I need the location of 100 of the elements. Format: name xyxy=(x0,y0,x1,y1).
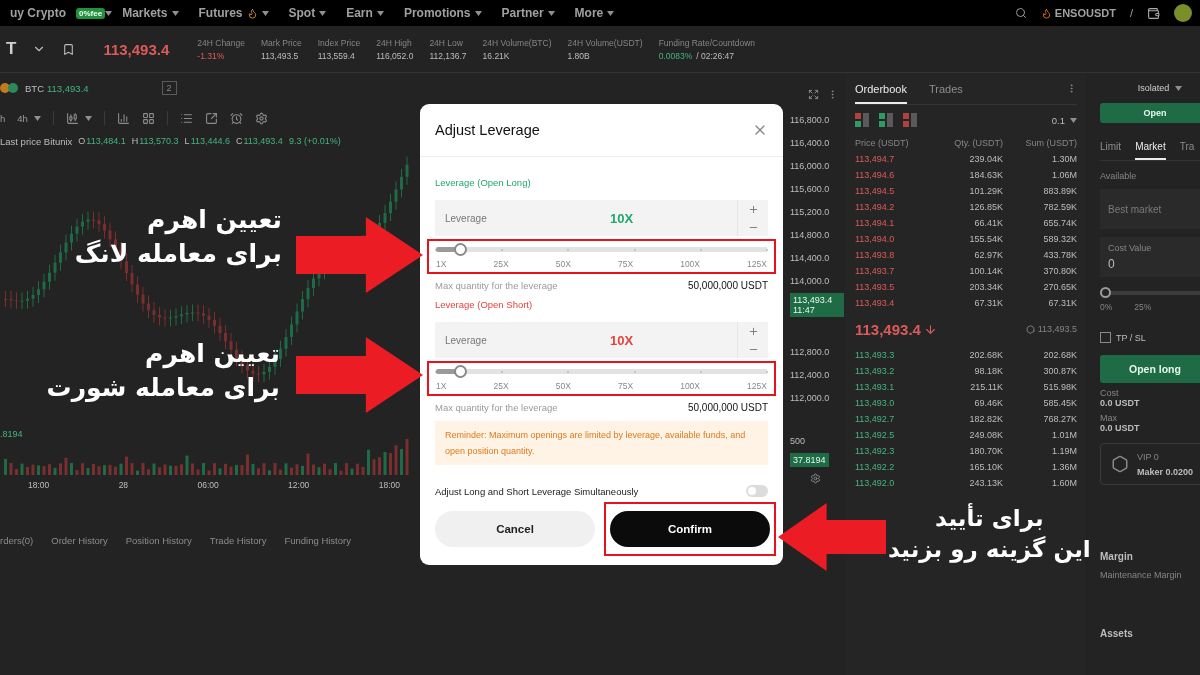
order-type-tab[interactable]: Market xyxy=(1135,135,1166,160)
flame-icon xyxy=(246,7,258,19)
summary-label: Max xyxy=(1100,413,1117,423)
annotation-text: تعیین اهرم برای معامله شورت xyxy=(46,338,280,405)
mid-price: 113,493.4 xyxy=(855,320,921,338)
price-axis-label: 112,800.0 xyxy=(790,346,830,359)
orderbook-tab[interactable]: Trades xyxy=(929,73,963,104)
price-source: Last price Bitunix xyxy=(0,135,73,147)
caret-icon xyxy=(319,10,327,16)
search-icon[interactable] xyxy=(1014,7,1027,19)
history-tab[interactable]: rders(0) xyxy=(0,535,34,546)
stat-value: 112,136.7 xyxy=(429,50,467,61)
cancel-button[interactable]: Cancel xyxy=(435,511,595,547)
caret-icon xyxy=(1070,117,1077,123)
margin-mode-select[interactable]: Isolated xyxy=(1137,83,1183,93)
arrow-icon xyxy=(296,337,423,413)
stat-value: 113,493.5 xyxy=(261,50,299,61)
ohlc-value: 113,570.3 xyxy=(139,136,179,146)
table-cell-text: 1.19M xyxy=(1051,446,1077,456)
checkbox[interactable] xyxy=(1100,332,1111,343)
column-header: Qty. (USDT) xyxy=(953,138,1003,148)
nav-item[interactable]: Markets xyxy=(112,3,189,23)
nav-item[interactable]: Partner xyxy=(491,3,565,23)
layout-icon[interactable] xyxy=(903,113,917,127)
table-cell-text: 67.31K xyxy=(973,298,1003,308)
order-type-tab[interactable]: Tra xyxy=(1179,135,1195,160)
nav-item[interactable]: Futures xyxy=(188,3,279,23)
column-header: Sum (USDT) xyxy=(1024,138,1077,148)
table-cell-text: 155.54K xyxy=(968,234,1003,244)
wallet-icon[interactable] xyxy=(1147,6,1160,20)
settings-icon[interactable] xyxy=(810,473,821,484)
table-cell-text: 202.68K xyxy=(1042,350,1077,360)
caret-icon xyxy=(84,115,92,121)
bookmark-icon[interactable] xyxy=(62,42,76,56)
price-axis-label: 115,600.0 xyxy=(790,183,830,196)
bar-chart-icon[interactable] xyxy=(116,111,130,125)
caret-icon xyxy=(474,10,482,16)
slider-thumb[interactable] xyxy=(454,243,468,256)
volume-value: .8194 xyxy=(0,429,23,439)
table-cell-text: 113,492.2 xyxy=(855,462,896,472)
external-link-icon[interactable] xyxy=(204,111,218,125)
open-long-button[interactable]: Open long xyxy=(1100,355,1200,383)
history-tab[interactable]: Order History xyxy=(51,535,108,546)
table-cell-text: 239.04K xyxy=(968,154,1003,164)
history-tab[interactable]: Trade History xyxy=(209,535,267,546)
open-button[interactable]: Open xyxy=(1100,103,1200,123)
confirm-button[interactable]: Confirm xyxy=(610,511,770,547)
precision-select[interactable]: 0.1 xyxy=(1051,114,1065,126)
layout-icon[interactable] xyxy=(855,113,869,127)
avatar[interactable] xyxy=(1174,4,1192,22)
separator: / xyxy=(1129,7,1133,19)
trending-pair[interactable]: ENSOUSDT xyxy=(1054,7,1116,19)
stat-label: 24H Volume(BTC) xyxy=(482,37,552,48)
leverage-field[interactable]: Leverage 10X xyxy=(435,200,768,236)
interval-option[interactable]: 4h xyxy=(17,112,28,124)
nav-item[interactable]: Spot xyxy=(278,3,337,23)
tick-label: 1X xyxy=(436,259,447,269)
volume-axis-label: 500 xyxy=(790,435,806,448)
annotation-text: برای تأیید این گزینه رو بزنید xyxy=(888,503,1091,565)
table-cell-text: 66.41K xyxy=(973,218,1003,228)
slider-track[interactable] xyxy=(1100,287,1200,298)
table-cell-text: 202.68K xyxy=(968,350,1003,360)
section-title: Margin xyxy=(1100,551,1133,562)
stat-label: Mark Price xyxy=(261,37,302,48)
annotation-text: تعیین اهرم برای معامله لانگ xyxy=(74,204,282,271)
table-cell-text: 655.74K xyxy=(1042,218,1077,228)
settings-icon[interactable] xyxy=(254,111,268,125)
alarm-clock-icon[interactable] xyxy=(229,111,243,125)
list-icon[interactable] xyxy=(179,111,193,125)
candlestick-icon[interactable] xyxy=(65,111,79,125)
tick-label: 50X xyxy=(555,381,571,391)
summary-value: 0.0 USDT xyxy=(1100,398,1140,408)
order-type-tab[interactable]: Limit xyxy=(1100,135,1122,160)
slider-thumb[interactable] xyxy=(1100,287,1111,298)
table-cell-text: 62.97K xyxy=(973,250,1003,260)
table-cell-text: 180.70K xyxy=(968,446,1003,456)
table-cell-text: 1.06M xyxy=(1051,170,1077,180)
layout-icon[interactable] xyxy=(879,113,893,127)
nav-item[interactable]: Promotions xyxy=(393,3,492,23)
nav-item[interactable]: uy Crypto xyxy=(0,3,76,23)
nav-item[interactable]: Earn xyxy=(336,3,394,23)
section-title: Assets xyxy=(1100,628,1133,639)
table-cell-text: 1.60M xyxy=(1051,478,1077,488)
toggle-switch[interactable] xyxy=(746,485,768,497)
nav-item[interactable]: More xyxy=(564,3,625,23)
orderbook-tab[interactable]: Orderbook xyxy=(855,73,907,104)
history-tab[interactable]: Funding History xyxy=(284,535,351,546)
caret-icon xyxy=(261,10,269,16)
slider-thumb[interactable] xyxy=(454,365,468,378)
history-tab[interactable]: Position History xyxy=(125,535,192,546)
price-field[interactable]: Best market xyxy=(1100,189,1200,229)
max-quantity-value: 50,000,000 USDT xyxy=(687,402,768,413)
stat-value: 0.0083% xyxy=(658,50,693,61)
grid-icon[interactable] xyxy=(141,111,155,125)
leverage-field[interactable]: Leverage 10X xyxy=(435,322,768,358)
tick-label: 75X xyxy=(617,259,634,269)
caret-icon xyxy=(105,10,113,16)
expand-icon[interactable] xyxy=(808,88,819,100)
interval-option[interactable]: h xyxy=(0,112,6,124)
indicator-count[interactable]: 2 xyxy=(161,81,177,95)
